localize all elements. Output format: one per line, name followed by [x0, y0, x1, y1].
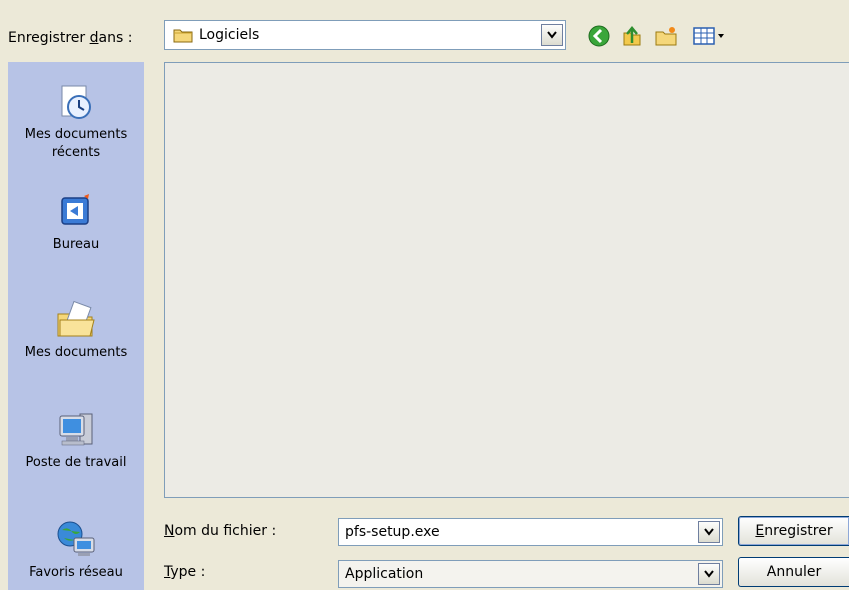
place-desktop[interactable]: Bureau [8, 190, 144, 254]
save-in-label: Enregistrer dans : [8, 30, 133, 46]
folder-dropdown-button[interactable] [541, 24, 563, 46]
new-folder-icon[interactable] [654, 24, 678, 48]
my-documents-icon [57, 300, 95, 337]
filename-input[interactable]: pfs-setup.exe [338, 518, 723, 546]
filename-label: Nom du fichier : [164, 523, 277, 539]
filename-dropdown-button[interactable] [698, 521, 720, 543]
save-button[interactable]: Enregistrer [738, 516, 849, 546]
place-label: Bureau [52, 237, 100, 252]
file-type-dropdown[interactable]: Application [338, 560, 723, 588]
place-recent-documents[interactable]: Mes documents récents [8, 80, 144, 162]
place-network[interactable]: Favoris réseau [8, 518, 144, 582]
up-folder-icon[interactable] [620, 24, 644, 48]
place-label: Favoris réseau [29, 565, 123, 580]
file-type-value: Application [345, 566, 424, 582]
my-computer-icon [59, 413, 93, 446]
views-menu-icon[interactable] [692, 24, 728, 48]
file-list-view[interactable] [164, 62, 849, 498]
file-type-dropdown-button[interactable] [698, 563, 720, 585]
desktop-icon [61, 194, 89, 225]
type-label: Type : [164, 564, 206, 580]
places-bar: Mes documents récents Bureau Mes documen… [8, 62, 144, 590]
current-folder-name: Logiciels [199, 27, 260, 43]
chevron-down-icon [547, 31, 557, 39]
chevron-down-icon [704, 528, 714, 536]
place-label: Poste de travail [25, 455, 127, 470]
place-my-documents[interactable]: Mes documents [8, 298, 144, 362]
folder-dropdown[interactable]: Logiciels [164, 20, 566, 50]
recent-documents-icon [61, 85, 91, 119]
place-label: Mes documents [24, 127, 128, 142]
cancel-button[interactable]: Annuler [738, 557, 849, 587]
folder-icon [173, 29, 193, 43]
chevron-down-icon [704, 570, 714, 578]
filename-value: pfs-setup.exe [345, 524, 440, 540]
place-label-line2: récents [51, 145, 101, 160]
place-my-computer[interactable]: Poste de travail [8, 408, 144, 472]
back-icon[interactable] [587, 24, 611, 48]
network-places-icon [57, 521, 95, 556]
place-label: Mes documents [24, 345, 128, 360]
